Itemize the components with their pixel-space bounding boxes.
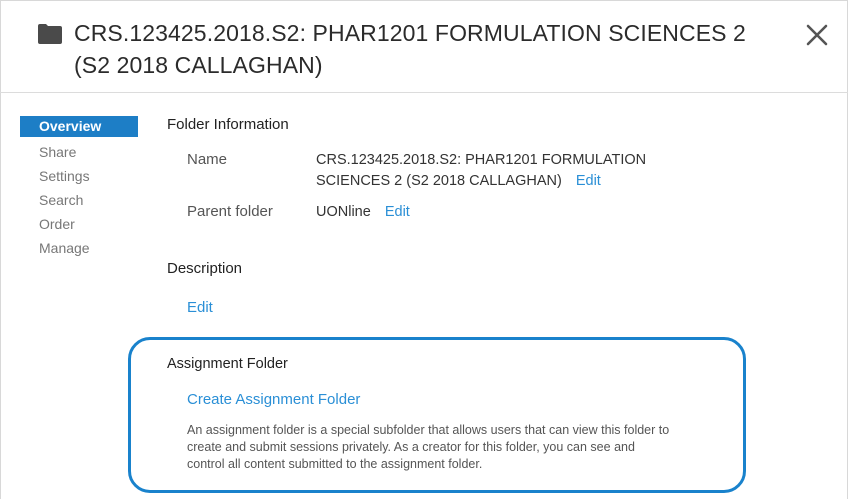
parent-folder-value: UONline xyxy=(316,204,371,220)
name-edit-link[interactable]: Edit xyxy=(576,173,601,189)
sidebar-nav: Overview Share Settings Search Order Man… xyxy=(20,116,138,260)
assignment-heading: Assignment Folder xyxy=(167,356,288,372)
sidebar-item-manage[interactable]: Manage xyxy=(20,236,138,260)
parent-folder-label: Parent folder xyxy=(187,203,273,220)
assignment-description: An assignment folder is a special subfol… xyxy=(187,422,727,473)
folder-icon xyxy=(38,24,62,44)
sidebar-item-search[interactable]: Search xyxy=(20,188,138,212)
description-heading: Description xyxy=(167,260,243,277)
create-assignment-folder-link[interactable]: Create Assignment Folder xyxy=(187,391,360,408)
name-value: CRS.123425.2018.S2: PHAR1201 FORMULATION… xyxy=(316,150,736,192)
sidebar-item-overview[interactable]: Overview xyxy=(20,116,138,137)
name-value-line1: CRS.123425.2018.S2: PHAR1201 FORMULATION xyxy=(316,152,647,168)
parent-edit-link[interactable]: Edit xyxy=(385,204,410,220)
name-label: Name xyxy=(187,151,228,168)
page-title: CRS.123425.2018.S2: PHAR1201 FORMULATION… xyxy=(74,20,746,78)
sidebar-item-settings[interactable]: Settings xyxy=(20,164,138,188)
dialog-header: CRS.123425.2018.S2: PHAR1201 FORMULATION… xyxy=(0,0,848,93)
sidebar-item-order[interactable]: Order xyxy=(20,212,138,236)
name-value-line2: SCIENCES 2 (S2 2018 CALLAGHAN) xyxy=(316,173,562,189)
assignment-desc-line3: control all content submitted to the ass… xyxy=(187,457,483,471)
assignment-desc-line2: create and submit sessions privately. As… xyxy=(187,440,635,454)
folder-info-heading: Folder Information xyxy=(167,116,289,133)
description-edit-link[interactable]: Edit xyxy=(187,299,213,316)
close-icon[interactable] xyxy=(804,22,830,48)
name-value-line2-wrap: SCIENCES 2 (S2 2018 CALLAGHAN) Edit xyxy=(316,171,736,192)
parent-folder-value-wrap: UONline Edit xyxy=(316,202,410,223)
sidebar-item-share[interactable]: Share xyxy=(20,140,138,164)
assignment-desc-line1: An assignment folder is a special subfol… xyxy=(187,423,670,437)
